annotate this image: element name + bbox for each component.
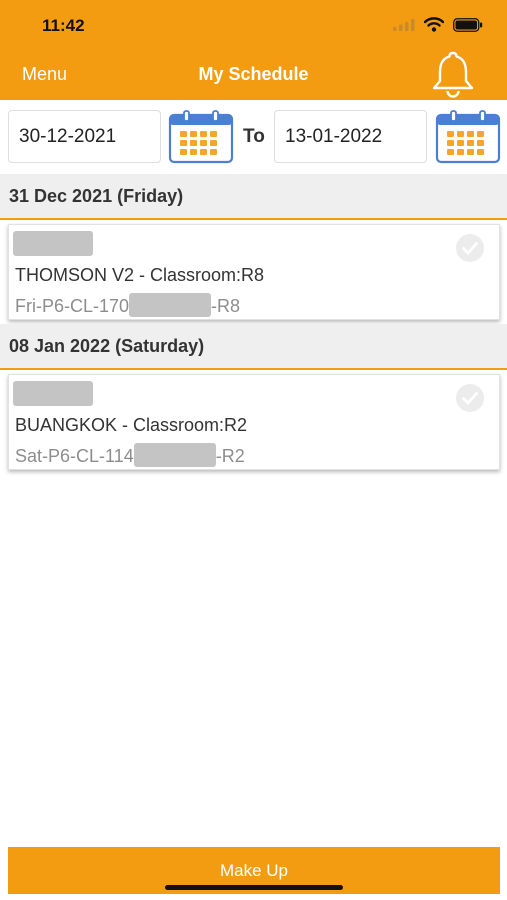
check-circle-icon[interactable]	[455, 383, 485, 413]
to-calendar-icon[interactable]	[435, 110, 501, 164]
date-range-bar: 30-12-2021 To 13-01-2022	[0, 100, 507, 174]
home-indicator[interactable]	[165, 885, 343, 890]
class-code-prefix: Fri-P6-CL-170	[15, 296, 130, 316]
battery-icon	[453, 17, 483, 32]
class-code: Fri-P6-CL-170 -R8	[15, 293, 240, 317]
class-code: Sat-P6-CL-114 -R2	[15, 443, 245, 467]
day-header: 31 Dec 2021 (Friday)	[0, 174, 507, 220]
class-card[interactable]: BUANGKOK - Classroom:R2 Sat-P6-CL-114 -R2	[8, 374, 500, 470]
bell-icon[interactable]	[428, 48, 478, 98]
wifi-icon	[424, 17, 444, 32]
check-circle-icon[interactable]	[455, 233, 485, 263]
from-calendar-icon[interactable]	[168, 110, 234, 164]
redacted-block	[13, 231, 93, 256]
to-label: To	[243, 126, 265, 147]
redacted-block	[13, 381, 93, 406]
status-icons	[393, 17, 483, 32]
menu-button[interactable]: Menu	[22, 64, 67, 85]
class-card[interactable]: THOMSON V2 - Classroom:R8 Fri-P6-CL-170 -…	[8, 224, 500, 320]
to-date-field[interactable]: 13-01-2022	[274, 110, 427, 163]
from-date-field[interactable]: 30-12-2021	[8, 110, 161, 163]
class-location: BUANGKOK - Classroom:R2	[15, 415, 248, 435]
class-location: THOMSON V2 - Classroom:R8	[15, 265, 265, 285]
signal-icon	[393, 19, 415, 31]
class-code-suffix: -R2	[215, 446, 245, 466]
day-header: 08 Jan 2022 (Saturday)	[0, 324, 507, 370]
redacted-block	[133, 443, 216, 467]
class-code-suffix: -R8	[211, 296, 241, 316]
status-time: 11:42	[42, 16, 85, 35]
redacted-block	[129, 293, 212, 317]
app-header: 11:42 Menu My Schedule	[0, 0, 507, 100]
class-code-prefix: Sat-P6-CL-114	[15, 446, 134, 466]
